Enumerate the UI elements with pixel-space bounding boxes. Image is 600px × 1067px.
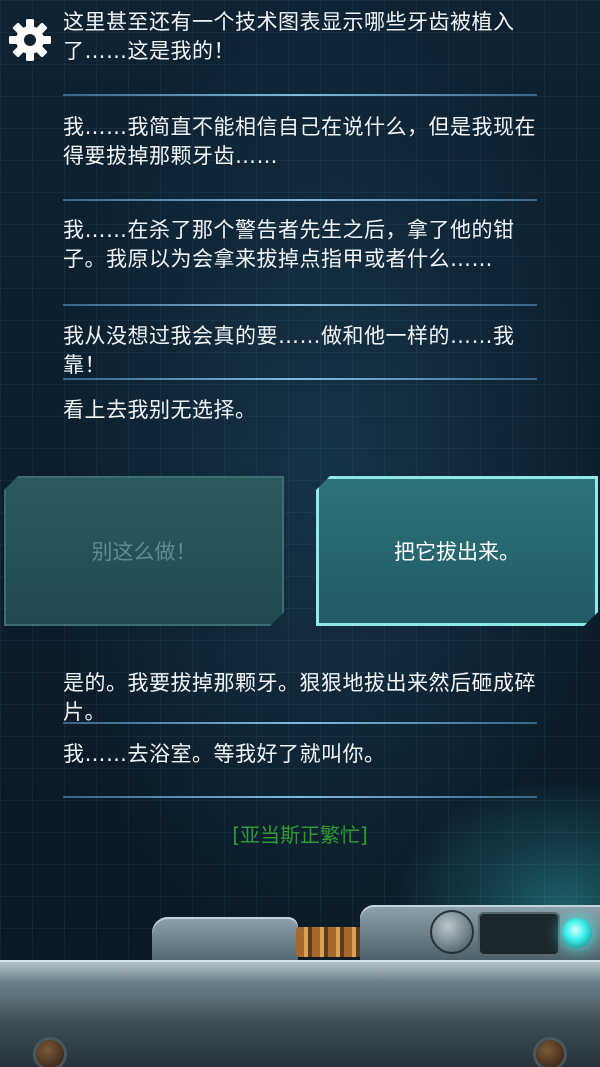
- dial-icon: [430, 910, 474, 954]
- indicator-light-icon: [562, 918, 592, 948]
- choice-label: 别这么做！: [91, 540, 197, 564]
- dialog-separator: [63, 722, 537, 724]
- dialog-separator: [63, 304, 537, 306]
- console-body: [0, 960, 600, 1067]
- console-panel: [478, 912, 560, 956]
- choice-button-pull-it-out[interactable]: 把它拔出来。: [316, 476, 598, 626]
- dialog-line: 看上去我别无选择。: [63, 398, 257, 422]
- screw-icon: [36, 1040, 64, 1067]
- dialog-line: 是的。我要拔掉那颗牙。狠狠地拔出来然后砸成碎片。: [63, 671, 536, 724]
- dialog-separator: [63, 378, 537, 380]
- game-screen: 这里甚至还有一个技术图表显示哪些牙齿被植入了……这是我的！ 我……我简直不能相信…: [0, 0, 600, 1067]
- choice-label: 把它拔出来。: [394, 540, 520, 564]
- console-cable: [296, 927, 362, 957]
- dialog-line: 我……去浴室。等我好了就叫你。: [63, 742, 386, 766]
- dialog-line: 我……我简直不能相信自己在说什么，但是我现在得要拔掉那颗牙齿……: [63, 115, 536, 168]
- status-text: [亚当斯正繁忙]: [232, 823, 368, 847]
- choice-button-dont[interactable]: 别这么做！: [4, 476, 284, 626]
- settings-button[interactable]: [6, 16, 54, 64]
- dialog-line: 这里甚至还有一个技术图表显示哪些牙齿被植入了……这是我的！: [63, 10, 515, 63]
- gear-icon: [9, 19, 51, 61]
- bottom-console: [0, 902, 600, 1067]
- screw-icon: [536, 1040, 564, 1067]
- dialog-line: 我……在杀了那个警告者先生之后，拿了他的钳子。我原以为会拿来拔掉点指甲或者什么……: [63, 218, 515, 271]
- dialog-separator: [63, 199, 537, 201]
- console-plate: [152, 917, 298, 962]
- dialog-line: 我从没想过我会真的要……做和他一样的……我靠！: [63, 324, 515, 377]
- dialog-separator: [63, 796, 537, 798]
- dialog-separator: [63, 94, 537, 96]
